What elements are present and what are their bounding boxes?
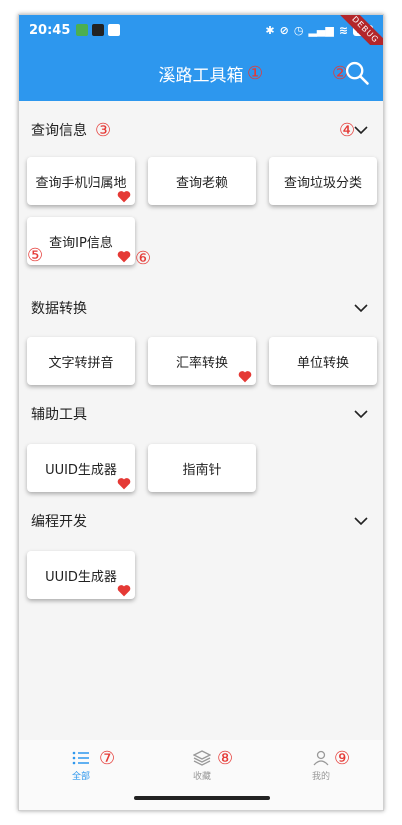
heart-icon[interactable] — [117, 477, 131, 490]
tool-label: 指南针 — [182, 462, 222, 478]
search-icon[interactable] — [343, 59, 371, 87]
tool-card-uuid-generator-dev[interactable]: UUID生成器 — [27, 551, 135, 599]
annotation-marker-1: ① — [247, 63, 264, 84]
section-title: 查询信息 — [31, 123, 87, 139]
tool-list: 查询信息 ③ ④ 查询手机归属地 查询老赖 查询垃圾分类 查询IP信息 ⑤ ⑥ … — [19, 101, 383, 741]
section-title: 辅助工具 — [31, 407, 87, 423]
phone-frame: 20:45 ✱ ⊘ ◷ ▂▄▆ ≋ 94 DEBUG 溪路工具箱 ① ② 查询信… — [18, 14, 384, 811]
section-header-data-convert[interactable]: 数据转换 — [19, 293, 383, 323]
chevron-down-icon[interactable] — [353, 513, 369, 529]
section-header-programming[interactable]: 编程开发 — [19, 506, 383, 536]
nav-label: 收藏 — [192, 772, 211, 782]
tool-label: 查询垃圾分类 — [283, 175, 362, 191]
tool-card-compass[interactable]: 指南针 — [148, 444, 256, 492]
section-title: 编程开发 — [31, 514, 87, 530]
annotation-marker-6: ⑥ — [135, 248, 152, 269]
status-time: 20:45 — [29, 22, 71, 38]
nav-label: 全部 — [71, 772, 90, 782]
tool-label: 汇率转换 — [175, 355, 228, 371]
annotation-marker-8: ⑧ — [217, 748, 234, 769]
wifi-icon: ≋ — [338, 23, 349, 37]
status-bar: 20:45 ✱ ⊘ ◷ ▂▄▆ ≋ 94 — [19, 15, 383, 45]
bluetooth-icon: ✱ — [265, 23, 275, 37]
tool-label: UUID生成器 — [45, 569, 117, 585]
bottom-nav: 全部 ⑦ 收藏 ⑧ 我的 ⑨ — [19, 740, 383, 810]
heart-icon[interactable] — [238, 370, 252, 383]
heart-icon[interactable] — [117, 190, 131, 203]
nav-label: 我的 — [311, 772, 330, 782]
annotation-marker-3: ③ — [95, 120, 112, 141]
annotation-marker-5: ⑤ — [27, 245, 44, 266]
tool-card-ip-info[interactable]: 查询IP信息 — [27, 217, 135, 265]
alarm-icon: ◷ — [293, 23, 304, 37]
annotation-marker-9: ⑨ — [334, 748, 351, 769]
section-header-aux-tools[interactable]: 辅助工具 — [19, 399, 383, 429]
app-notification-icon — [76, 24, 89, 36]
chevron-down-icon[interactable] — [353, 300, 369, 316]
list-icon — [72, 751, 89, 765]
annotation-marker-7: ⑦ — [99, 748, 116, 769]
app-notification-icon-3 — [108, 24, 121, 36]
person-icon — [313, 750, 329, 766]
tool-card-uuid-generator[interactable]: UUID生成器 — [27, 444, 135, 492]
tool-card-dishonest-debtor[interactable]: 查询老赖 — [148, 157, 256, 205]
tool-label: 单位转换 — [296, 355, 349, 371]
mute-icon: ⊘ — [279, 23, 289, 37]
signal-icon: ▂▄▆ — [308, 23, 334, 37]
tool-label: 查询IP信息 — [49, 235, 113, 251]
app-notification-icon-2 — [92, 24, 105, 36]
tool-label: UUID生成器 — [45, 462, 117, 478]
app-title: 溪路工具箱 — [158, 65, 244, 86]
section-title: 数据转换 — [31, 301, 87, 317]
app-bar: 溪路工具箱 ① ② — [19, 45, 383, 101]
chevron-down-icon[interactable] — [353, 406, 369, 422]
heart-icon[interactable] — [117, 250, 131, 263]
tool-card-unit-convert[interactable]: 单位转换 — [269, 337, 377, 385]
tool-label: 查询老赖 — [175, 175, 228, 191]
tool-card-phone-location[interactable]: 查询手机归属地 — [27, 157, 135, 205]
tool-card-exchange-rate[interactable]: 汇率转换 — [148, 337, 256, 385]
section-header-query[interactable]: 查询信息 ③ ④ — [19, 115, 383, 145]
chevron-down-icon[interactable] — [353, 122, 369, 138]
layers-icon — [193, 750, 211, 766]
tool-card-text-to-pinyin[interactable]: 文字转拼音 — [27, 337, 135, 385]
tool-card-garbage-sort[interactable]: 查询垃圾分类 — [269, 157, 377, 205]
home-indicator[interactable] — [134, 796, 270, 800]
heart-icon[interactable] — [117, 584, 131, 597]
tool-label: 文字转拼音 — [48, 355, 114, 371]
tool-label: 查询手机归属地 — [35, 175, 127, 191]
